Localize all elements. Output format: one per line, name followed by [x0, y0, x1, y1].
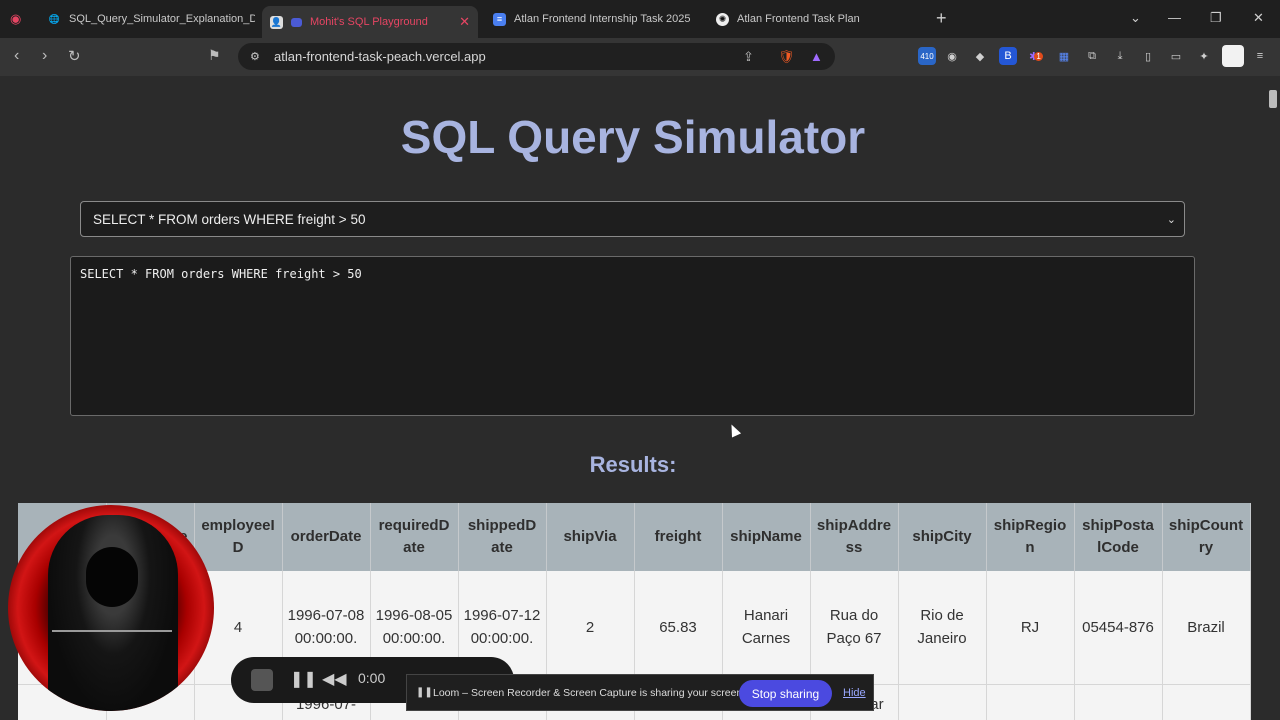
avatar-icon: 👤 [270, 15, 283, 29]
query-editor[interactable]: SELECT * FROM orders WHERE freight > 50 [70, 256, 1195, 416]
new-tab-icon[interactable]: + [936, 8, 947, 29]
extensions-icon[interactable]: ⧉ [1083, 47, 1101, 65]
address-bar[interactable]: ⚙ atlan-frontend-task-peach.vercel.app ⇪… [238, 43, 835, 70]
share-icon[interactable]: ⇪ [743, 49, 754, 65]
bookmark-icon[interactable]: ⚑ [208, 47, 221, 64]
docs-icon: ≡ [493, 12, 506, 26]
site-info-icon[interactable]: ⚙ [250, 50, 260, 63]
column-header: freight [634, 503, 723, 571]
loom-message: Loom – Screen Recorder & Screen Capture … [433, 686, 746, 699]
face-shadow [86, 547, 138, 607]
tab-title: Atlan Frontend Task Plan [737, 13, 860, 25]
column-header: shipCountry [1162, 503, 1251, 571]
back-icon[interactable]: ‹ [14, 47, 19, 65]
hide-link[interactable]: Hide [843, 687, 866, 699]
record-indicator-icon: ◉ [10, 11, 22, 26]
chevron-down-icon: ⌄ [1166, 214, 1176, 226]
table-cell [898, 684, 987, 720]
table-cell [1074, 684, 1163, 720]
close-tab-icon[interactable]: ✕ [459, 14, 470, 30]
tab-sql-explanation[interactable]: 🌐 SQL_Query_Simulator_Explanation_Do [40, 6, 255, 32]
column-header: shipCity [898, 503, 987, 571]
tab-title: Atlan Frontend Internship Task 2025 [514, 13, 691, 25]
table-cell: RJ [986, 571, 1075, 685]
column-header: shipName [722, 503, 811, 571]
pause-icon[interactable]: ❚❚ [290, 669, 317, 689]
extension-icon[interactable]: ◆ [971, 47, 989, 65]
table-cell [1162, 684, 1251, 720]
extension-b-icon[interactable]: B [999, 47, 1017, 65]
menu-icon[interactable]: ≡ [1251, 47, 1269, 65]
column-header: shipPostalCode [1074, 503, 1163, 571]
table-cell: 05454-876 [1074, 571, 1163, 685]
page-title: SQL Query Simulator [400, 111, 866, 163]
column-header: orderDate [282, 503, 371, 571]
tab-sql-playground[interactable]: 👤 Mohit's SQL Playground ✕ [262, 6, 478, 38]
query-select-value: SELECT * FROM orders WHERE freight > 50 [93, 211, 366, 227]
table-cell: Rio de Janeiro [898, 571, 987, 685]
table-cell: Brazil [1162, 571, 1251, 685]
query-select[interactable]: SELECT * FROM orders WHERE freight > 50 … [80, 201, 1185, 237]
results-heading: Results: [589, 452, 677, 477]
screen-share-icon [291, 17, 302, 27]
tab-task-plan[interactable]: ✺ Atlan Frontend Task Plan [708, 6, 923, 32]
profile-avatar[interactable] [1222, 45, 1244, 67]
stop-sharing-button[interactable]: Stop sharing [739, 680, 832, 707]
minimize-icon[interactable]: — [1168, 10, 1181, 25]
forward-icon[interactable]: › [42, 47, 47, 65]
table-cell [986, 684, 1075, 720]
column-header: requiredDate [370, 503, 459, 571]
page-scrollbar[interactable] [1266, 76, 1280, 720]
eye-off-icon[interactable]: ◉ [943, 47, 961, 65]
grid-icon[interactable]: ▦ [1055, 47, 1073, 65]
editor-text: SELECT * FROM orders WHERE freight > 50 [80, 267, 362, 281]
brave-rewards-icon[interactable]: ▲ [810, 49, 823, 64]
leo-ai-icon[interactable]: ✦ [1195, 47, 1213, 65]
column-header: shippedDate [458, 503, 547, 571]
wallet-icon[interactable]: ▭ [1167, 47, 1185, 65]
hooded-figure-image [48, 515, 178, 711]
column-header: shipRegion [986, 503, 1075, 571]
recording-timer: 0:00 [358, 670, 386, 686]
table-cell: 2 [546, 571, 635, 685]
brave-shield-icon[interactable]: 🛡 [778, 49, 795, 65]
globe-icon: 🌐 [48, 13, 61, 24]
close-window-icon[interactable]: ✕ [1253, 10, 1264, 26]
laptop-edge [52, 630, 172, 632]
column-header: shipAddress [810, 503, 899, 571]
column-header: employeeID [194, 503, 283, 571]
webcam-bubble[interactable] [8, 505, 214, 711]
extension-puzzle-badge-icon[interactable]: ✱1 [1027, 47, 1045, 65]
scrollbar-thumb[interactable] [1269, 90, 1277, 108]
stop-record-icon[interactable] [251, 669, 273, 691]
loom-sharing-bar: ❚❚ Loom – Screen Recorder & Screen Captu… [406, 674, 874, 711]
chatgpt-icon: ✺ [716, 12, 729, 26]
url-text: atlan-frontend-task-peach.vercel.app [274, 49, 486, 64]
column-header: shipVia [546, 503, 635, 571]
tab-title: SQL_Query_Simulator_Explanation_Do [69, 13, 255, 25]
download-icon[interactable]: ⤓ [1111, 47, 1129, 65]
table-cell: 65.83 [634, 571, 723, 685]
rewind-icon[interactable]: ◀◀ [322, 669, 347, 689]
extension-badge-icon[interactable]: 410 [918, 47, 936, 65]
reload-icon[interactable]: ↻ [68, 47, 81, 65]
pause-icon: ❚❚ [416, 687, 433, 698]
restore-icon[interactable]: ❐ [1210, 10, 1222, 26]
tab-search-chevron-icon[interactable]: ⌄ [1130, 10, 1141, 26]
table-cell: Hanari Carnes [722, 571, 811, 685]
screen: ◉ 🌐 SQL_Query_Simulator_Explanation_Do 👤… [0, 0, 1280, 720]
table-cell: Rua do Paço 67 [810, 571, 899, 685]
tab-title: Mohit's SQL Playground [310, 16, 428, 28]
tab-internship-task[interactable]: ≡ Atlan Frontend Internship Task 2025 [485, 6, 700, 32]
sidebar-icon[interactable]: ▯ [1139, 47, 1157, 65]
browser-tab-strip: ◉ 🌐 SQL_Query_Simulator_Explanation_Do 👤… [0, 0, 1280, 38]
